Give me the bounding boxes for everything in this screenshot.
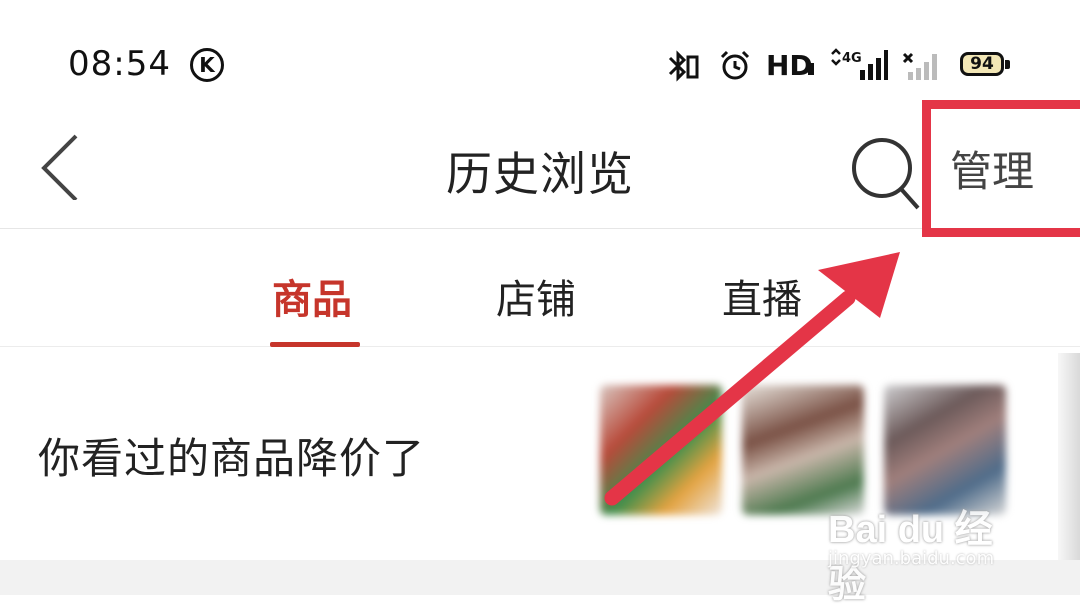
- hd-indicator: HD: [766, 49, 813, 82]
- product-thumbnail[interactable]: [600, 385, 722, 515]
- alarm-icon: [720, 50, 750, 80]
- status-time: 08:54: [68, 44, 171, 84]
- svg-text:4G: 4G: [842, 51, 862, 66]
- annotation-highlight-box: [922, 100, 1080, 237]
- baidu-watermark: Bai du 经验 jingyan.baidu.com: [828, 478, 1028, 606]
- signal-off-icon: [902, 52, 937, 80]
- tab-products[interactable]: 商品: [272, 267, 352, 325]
- search-icon[interactable]: [848, 132, 922, 212]
- price-drop-text: 你看过的商品降价了: [38, 434, 426, 483]
- watermark-url: jingyan.baidu.com: [828, 548, 995, 569]
- battery-tip: [1005, 60, 1010, 69]
- nav-bar: 历史浏览 管理: [0, 110, 1080, 229]
- signal-4g-icon: 4G: [831, 48, 888, 80]
- scroll-edge: [1058, 353, 1080, 595]
- hd-small-bar: [808, 63, 814, 75]
- k-app-icon: K: [190, 48, 224, 82]
- tab-shops[interactable]: 店铺: [496, 267, 576, 325]
- tab-live[interactable]: 直播: [722, 267, 802, 325]
- category-tabs: 商品 店铺 直播: [0, 229, 1080, 347]
- bluetooth-icon: [668, 50, 699, 82]
- status-bar: 08:54 K HD 4G 94: [0, 0, 1080, 110]
- battery-indicator: 94: [960, 52, 1004, 76]
